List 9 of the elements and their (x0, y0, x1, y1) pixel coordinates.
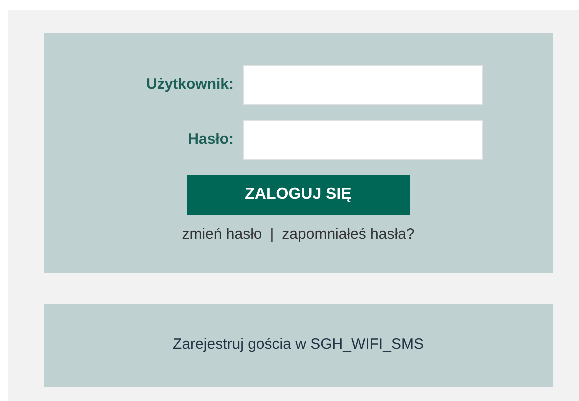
change-password-link[interactable]: zmień hasło (182, 224, 262, 246)
link-separator: | (270, 225, 274, 245)
guest-register-link[interactable]: Zarejestruj gościa w SGH_WIFI_SMS (173, 334, 424, 357)
login-button[interactable]: ZALOGUJ SIĘ (187, 175, 410, 215)
input-field[interactable] (243, 65, 483, 105)
field-label: Hasło: (187, 130, 234, 150)
forgot-password-link[interactable]: zapomniałeś hasła? (282, 224, 415, 246)
field-label: Użytkownik: (145, 74, 234, 95)
input-field[interactable] (243, 120, 483, 160)
